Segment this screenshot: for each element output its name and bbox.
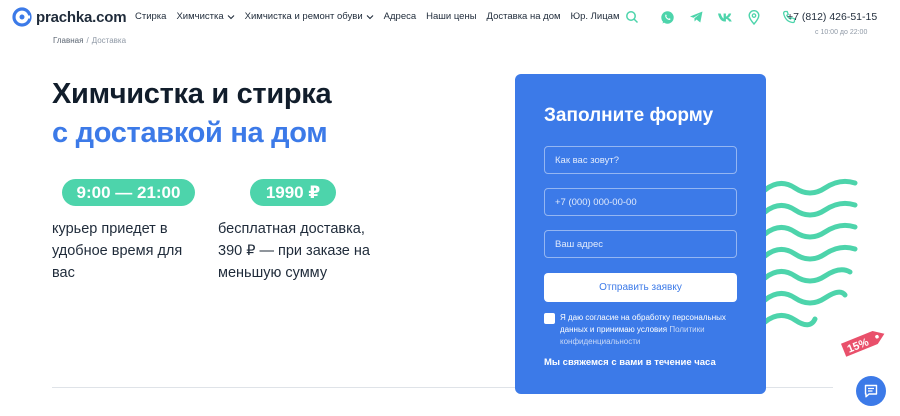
discount-tag[interactable]: 15% [838, 326, 890, 358]
nav-item-himchistka[interactable]: Химчистка [176, 11, 235, 22]
breadcrumb: Главная / Доставка [53, 36, 126, 45]
nav-item-stirka[interactable]: Стирка [135, 11, 166, 22]
price-badge: 1990 ₽ [250, 179, 336, 206]
consent-checkbox[interactable] [544, 313, 555, 324]
nav-item-label: Адреса [383, 11, 417, 22]
logo-mark-icon [12, 7, 32, 27]
nav-item-label: Юр. Лицам [570, 11, 620, 22]
hero-title-line1: Химчистка и стирка [52, 78, 332, 110]
vk-icon[interactable] [717, 9, 733, 25]
callback-note: Мы свяжемся с вами в течение часа [544, 357, 716, 368]
nav-item-delivery[interactable]: Доставка на дом [487, 11, 561, 22]
nav-item-prices[interactable]: Наши цены [426, 11, 476, 22]
consent-row: Я даю согласие на обработку персональных… [544, 312, 744, 348]
submit-request-button[interactable]: Отправить заявку [544, 273, 737, 302]
working-hours: с 10:00 до 22:00 [815, 29, 868, 36]
hero-title-line2: с доставкой на дом [52, 117, 328, 149]
nav-item-label: Химчистка и ремонт обуви [244, 11, 363, 22]
breadcrumb-current: Доставка [91, 36, 127, 45]
nav-item-label: Наши цены [426, 11, 477, 22]
chat-button[interactable] [856, 376, 886, 406]
breadcrumb-home[interactable]: Главная [53, 36, 83, 45]
discount-tag-label: 15% [846, 336, 871, 355]
logo-text: prachka.com [36, 8, 127, 26]
name-input[interactable] [544, 146, 737, 174]
header-tools [624, 9, 810, 25]
consent-text: Я даю согласие на обработку персональных… [560, 312, 744, 348]
feature-courier-text: курьер приедет в удобное время для вас [52, 221, 183, 281]
nav-item-shoe-repair[interactable]: Химчистка и ремонт обуви [245, 11, 374, 22]
nav-item-business[interactable]: Юр. Лицам [571, 11, 620, 22]
nav-item-label: Доставка на дом [486, 11, 561, 22]
feature-delivery-text: бесплатная доставка, 390 ₽ — при заказе … [218, 221, 370, 281]
logo[interactable]: prachka.com [12, 6, 127, 28]
header-phone[interactable]: +7 (812) 426-51-15 [787, 11, 877, 23]
telegram-icon[interactable] [688, 9, 704, 25]
nav-item-label: Стирка [135, 11, 167, 22]
decorative-waves [762, 178, 858, 328]
location-pin-icon[interactable] [746, 9, 762, 25]
chat-icon [864, 384, 878, 398]
nav-item-label: Химчистка [176, 11, 224, 22]
search-icon[interactable] [624, 9, 640, 25]
nav-item-addresses[interactable]: Адреса [384, 11, 416, 22]
phone-input[interactable] [544, 188, 737, 216]
hours-badge: 9:00 — 21:00 [62, 179, 195, 206]
chevron-down-icon [227, 14, 235, 19]
breadcrumb-separator: / [86, 36, 89, 45]
request-form: Заполните форму Отправить заявку Я даю с… [515, 74, 766, 394]
address-input[interactable] [544, 230, 737, 258]
form-title: Заполните форму [544, 105, 714, 126]
main-nav: Стирка Химчистка Химчистка и ремонт обув… [135, 11, 629, 22]
whatsapp-icon[interactable] [659, 9, 675, 25]
chevron-down-icon [366, 14, 374, 19]
site-header: prachka.com Стирка Химчистка Химчистка и… [0, 0, 900, 36]
